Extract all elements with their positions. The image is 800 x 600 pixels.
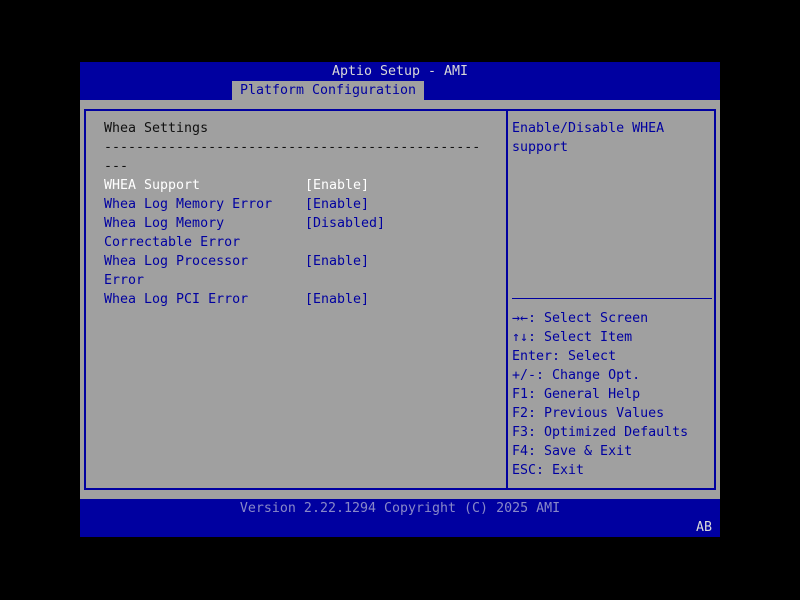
app-title: Aptio Setup - AMI <box>80 62 720 81</box>
header-bar: Aptio Setup - AMI Platform Configuration <box>80 62 720 100</box>
separator: ----------------------------------------… <box>104 138 480 157</box>
setting-whea-log-memory-correctable-error-line2[interactable]: Correctable Error <box>104 233 240 252</box>
badge-ab: AB <box>696 518 712 537</box>
value-whea-log-memory-correctable-error[interactable]: [Disabled] <box>305 214 385 233</box>
separator: --- <box>104 157 128 176</box>
help-divider <box>512 298 712 299</box>
help-description: support <box>512 138 568 157</box>
setting-whea-log-memory-error[interactable]: Whea Log Memory Error <box>104 195 272 214</box>
value-whea-log-pci-error[interactable]: [Enable] <box>305 290 369 309</box>
setting-whea-log-processor-error[interactable]: Whea Log Processor <box>104 252 248 271</box>
key-hint-select-screen: →←: Select Screen <box>512 309 648 328</box>
key-hint-esc: ESC: Exit <box>512 461 584 480</box>
setting-whea-log-pci-error[interactable]: Whea Log PCI Error <box>104 290 248 309</box>
tab-platform-configuration[interactable]: Platform Configuration <box>232 81 424 100</box>
setting-whea-log-memory-correctable-error[interactable]: Whea Log Memory <box>104 214 224 233</box>
setting-whea-support[interactable]: WHEA Support <box>104 176 200 195</box>
section-title: Whea Settings <box>104 119 208 138</box>
bios-screen: Aptio Setup - AMI Platform Configuration… <box>80 62 720 537</box>
value-whea-log-memory-error[interactable]: [Enable] <box>305 195 369 214</box>
panel-divider <box>506 109 508 490</box>
setting-whea-log-processor-error-line2[interactable]: Error <box>104 271 144 290</box>
value-whea-log-processor-error[interactable]: [Enable] <box>305 252 369 271</box>
key-hint-f1: F1: General Help <box>512 385 640 404</box>
help-description: Enable/Disable WHEA <box>512 119 664 138</box>
version-text: Version 2.22.1294 Copyright (C) 2025 AMI <box>80 499 720 518</box>
value-whea-support[interactable]: [Enable] <box>305 176 369 195</box>
key-hint-f2: F2: Previous Values <box>512 404 664 423</box>
key-hint-change-opt: +/-: Change Opt. <box>512 366 640 385</box>
key-hint-f4: F4: Save & Exit <box>512 442 632 461</box>
footer-bar: Version 2.22.1294 Copyright (C) 2025 AMI… <box>80 499 720 537</box>
key-hint-select-item: ↑↓: Select Item <box>512 328 632 347</box>
key-hint-f3: F3: Optimized Defaults <box>512 423 688 442</box>
key-hint-enter: Enter: Select <box>512 347 616 366</box>
